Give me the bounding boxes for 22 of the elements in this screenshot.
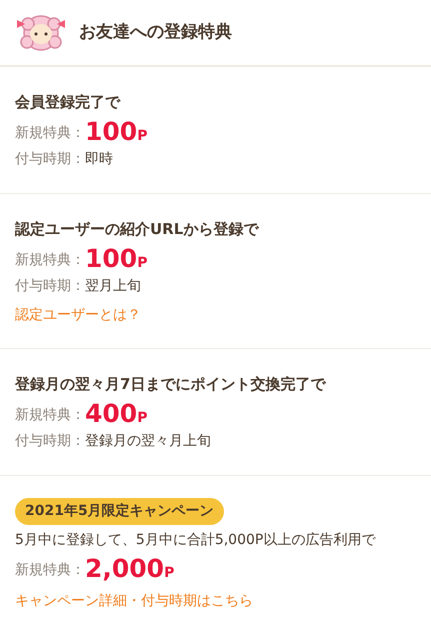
section-title: 登録月の翌々月7日までにポイント交換完了で (15, 374, 327, 395)
benefit-label: 新規特典： (15, 561, 85, 580)
page-title: お友達への登録特典 (79, 20, 232, 44)
benefit-amount: 2,000P (85, 554, 174, 584)
benefit-label: 新規特典： (15, 124, 85, 143)
campaign-badge: 2021年5月限定キャンペーン (15, 498, 224, 525)
benefit-amount: 400P (85, 399, 148, 429)
benefit-amount: 100P (85, 117, 148, 147)
benefit-amount: 100P (85, 244, 148, 274)
timing-label: 付与時期： (15, 432, 85, 451)
info-link[interactable]: キャンペーン詳細・付与時期はこちら (15, 590, 253, 612)
timing-value: 翌月上旬 (85, 277, 141, 296)
timing-label: 付与時期： (15, 277, 85, 296)
benefit-label: 新規特典： (15, 251, 85, 270)
timing-value: 登録月の翌々月上旬 (85, 432, 211, 451)
description-text: 5月中に登録して、5月中に合計5,000P以上の広告利用で (15, 531, 377, 550)
info-link[interactable]: 認定ユーザーとは？ (15, 304, 141, 326)
section-title: 認定ユーザーの紹介URLから登録で (15, 219, 260, 240)
benefit-label: 新規特典： (15, 406, 85, 425)
timing-label: 付与時期： (15, 150, 85, 169)
timing-value: 即時 (85, 150, 113, 169)
section-title: 会員登録完了で (15, 92, 122, 113)
